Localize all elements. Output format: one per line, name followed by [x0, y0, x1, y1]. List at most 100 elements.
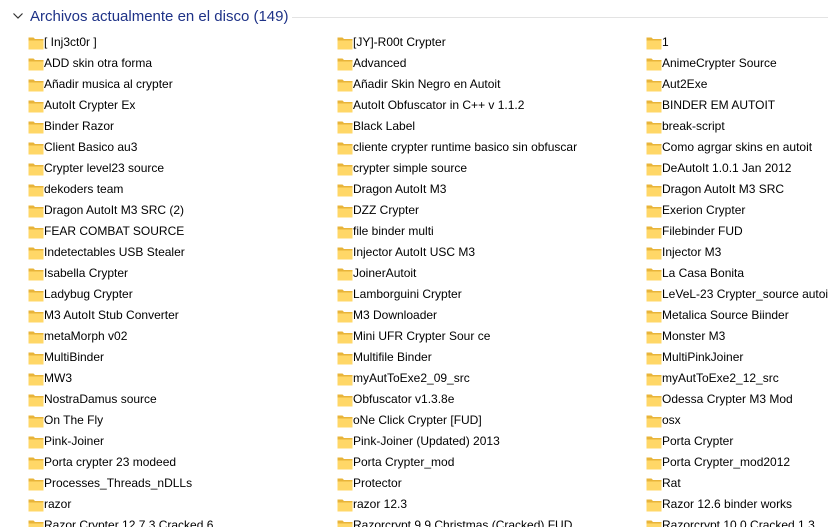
folder-item[interactable]: Black Label	[337, 116, 637, 137]
folder-item[interactable]: Añadir Skin Negro en Autoit	[337, 74, 637, 95]
folder-item[interactable]: Razorcrypt 10.0 Cracked 1.3	[646, 515, 828, 527]
folder-name: AutoIt Crypter Ex	[44, 98, 136, 112]
folder-item[interactable]: On The Fly	[28, 410, 328, 431]
folder-item[interactable]: DeAutoIt 1.0.1 Jan 2012	[646, 158, 828, 179]
folder-item[interactable]: osx	[646, 410, 828, 431]
folder-item[interactable]: Filebinder FUD	[646, 221, 828, 242]
folder-item[interactable]: M3 Downloader	[337, 305, 637, 326]
folder-icon	[337, 372, 353, 386]
folder-item[interactable]: myAutToExe2_09_src	[337, 368, 637, 389]
folder-name: Añadir musica al crypter	[44, 77, 173, 91]
folder-name: crypter simple source	[353, 161, 468, 175]
folder-item[interactable]: DZZ Crypter	[337, 200, 637, 221]
folder-item[interactable]: BINDER EM AUTOIT	[646, 95, 828, 116]
folder-item[interactable]: [ Inj3ct0r ]	[28, 32, 328, 53]
folder-item[interactable]: Injector M3	[646, 242, 828, 263]
folder-item[interactable]: crypter simple source	[337, 158, 637, 179]
folder-item[interactable]: Dragon AutoIt M3 SRC (2)	[28, 200, 328, 221]
folder-item[interactable]: Porta Crypter_mod	[337, 452, 637, 473]
folder-item[interactable]: MultiPinkJoiner	[646, 347, 828, 368]
folder-item[interactable]: Dragon AutoIt M3 SRC	[646, 179, 828, 200]
folder-item[interactable]: Mini UFR Crypter Sour ce	[337, 326, 637, 347]
group-header[interactable]: Archivos actualmente en el disco (149)	[0, 0, 828, 34]
folder-name: Dragon AutoIt M3 SRC (2)	[44, 203, 185, 217]
folder-item[interactable]: Porta crypter 23 modeed	[28, 452, 328, 473]
folder-item[interactable]: razor	[28, 494, 328, 515]
folder-item[interactable]: Obfuscator v1.3.8e	[337, 389, 637, 410]
folder-item[interactable]: Aut2Exe	[646, 74, 828, 95]
folder-icon	[646, 309, 662, 323]
folder-item[interactable]: Pink-Joiner (Updated) 2013	[337, 431, 637, 452]
folder-item[interactable]: metaMorph v02	[28, 326, 328, 347]
folder-item[interactable]: Pink-Joiner	[28, 431, 328, 452]
folder-name: [JY]-R00t Crypter	[353, 35, 446, 49]
folder-name: Crypter level23 source	[44, 161, 165, 175]
folder-name: 1	[662, 35, 669, 49]
group-divider	[292, 17, 828, 18]
folder-item[interactable]: ADD skin otra forma	[28, 53, 328, 74]
folder-icon	[646, 57, 662, 71]
folder-item[interactable]: Razor Crypter 12.7.3 Cracked 6	[28, 515, 328, 527]
folder-item[interactable]: AnimeCrypter Source	[646, 53, 828, 74]
folder-name: Razor 12.6 binder works	[662, 497, 793, 511]
chevron-down-icon[interactable]	[12, 11, 24, 21]
folder-item[interactable]: Añadir musica al crypter	[28, 74, 328, 95]
folder-item[interactable]: Ladybug Crypter	[28, 284, 328, 305]
folder-item[interactable]: LeVeL-23 Crypter_source autoit	[646, 284, 828, 305]
folder-name: ADD skin otra forma	[44, 56, 153, 70]
folder-item[interactable]: Isabella Crypter	[28, 263, 328, 284]
folder-icon	[28, 351, 44, 365]
folder-item[interactable]: oNe Click Crypter [FUD]	[337, 410, 637, 431]
folder-item[interactable]: MultiBinder	[28, 347, 328, 368]
folder-item[interactable]: Metalica Source Biinder	[646, 305, 828, 326]
folder-name: Porta Crypter_mod2012	[662, 455, 791, 469]
folder-item[interactable]: MW3	[28, 368, 328, 389]
folder-icon	[28, 372, 44, 386]
folder-item[interactable]: FEAR COMBAT SOURCE	[28, 221, 328, 242]
folder-item[interactable]: Rat	[646, 473, 828, 494]
folder-item[interactable]: Crypter level23 source	[28, 158, 328, 179]
folder-item[interactable]: Razorcrypt 9.9 Christmas (Cracked) FUD	[337, 515, 637, 527]
folder-item[interactable]: [JY]-R00t Crypter	[337, 32, 637, 53]
folder-item[interactable]: Processes_Threads_nDLLs	[28, 473, 328, 494]
folder-icon	[337, 309, 353, 323]
folder-icon	[646, 351, 662, 365]
folder-item[interactable]: Multifile Binder	[337, 347, 637, 368]
folder-item[interactable]: dekoders team	[28, 179, 328, 200]
folder-item[interactable]: Lamborguini Crypter	[337, 284, 637, 305]
folder-item[interactable]: Como agrgar skins en autoit	[646, 137, 828, 158]
folder-item[interactable]: Exerion Crypter	[646, 200, 828, 221]
folder-item[interactable]: Advanced	[337, 53, 637, 74]
folder-item[interactable]: AutoIt Obfuscator in C++ v 1.1.2	[337, 95, 637, 116]
folder-item[interactable]: Odessa Crypter M3 Mod	[646, 389, 828, 410]
folder-icon	[337, 435, 353, 449]
folder-item[interactable]: Razor 12.6 binder works	[646, 494, 828, 515]
folder-icon	[646, 99, 662, 113]
folder-item[interactable]: Porta Crypter_mod2012	[646, 452, 828, 473]
folder-item[interactable]: 1	[646, 32, 828, 53]
folder-item[interactable]: break-script	[646, 116, 828, 137]
folder-name: razor	[44, 497, 72, 511]
folder-item[interactable]: JoinerAutoit	[337, 263, 637, 284]
folder-name: Razor Crypter 12.7.3 Cracked 6	[44, 518, 214, 527]
folder-item[interactable]: La Casa Bonita	[646, 263, 828, 284]
folder-item[interactable]: M3 AutoIt Stub Converter	[28, 305, 328, 326]
folder-item[interactable]: Dragon AutoIt M3	[337, 179, 637, 200]
folder-item[interactable]: NostraDamus source	[28, 389, 328, 410]
folder-item[interactable]: Injector AutoIt USC M3	[337, 242, 637, 263]
folder-item[interactable]: file binder multi	[337, 221, 637, 242]
folder-item[interactable]: cliente crypter runtime basico sin obfus…	[337, 137, 637, 158]
folder-name: MultiBinder	[44, 350, 105, 364]
folder-icon	[28, 183, 44, 197]
folder-icon	[28, 456, 44, 470]
folder-item[interactable]: Porta Crypter	[646, 431, 828, 452]
folder-item[interactable]: Protector	[337, 473, 637, 494]
folder-item[interactable]: Monster M3	[646, 326, 828, 347]
folder-item[interactable]: Client Basico au3	[28, 137, 328, 158]
folder-item[interactable]: Indetectables USB Stealer	[28, 242, 328, 263]
folder-icon	[646, 162, 662, 176]
folder-item[interactable]: AutoIt Crypter Ex	[28, 95, 328, 116]
folder-item[interactable]: myAutToExe2_12_src	[646, 368, 828, 389]
folder-item[interactable]: razor 12.3	[337, 494, 637, 515]
folder-item[interactable]: Binder Razor	[28, 116, 328, 137]
